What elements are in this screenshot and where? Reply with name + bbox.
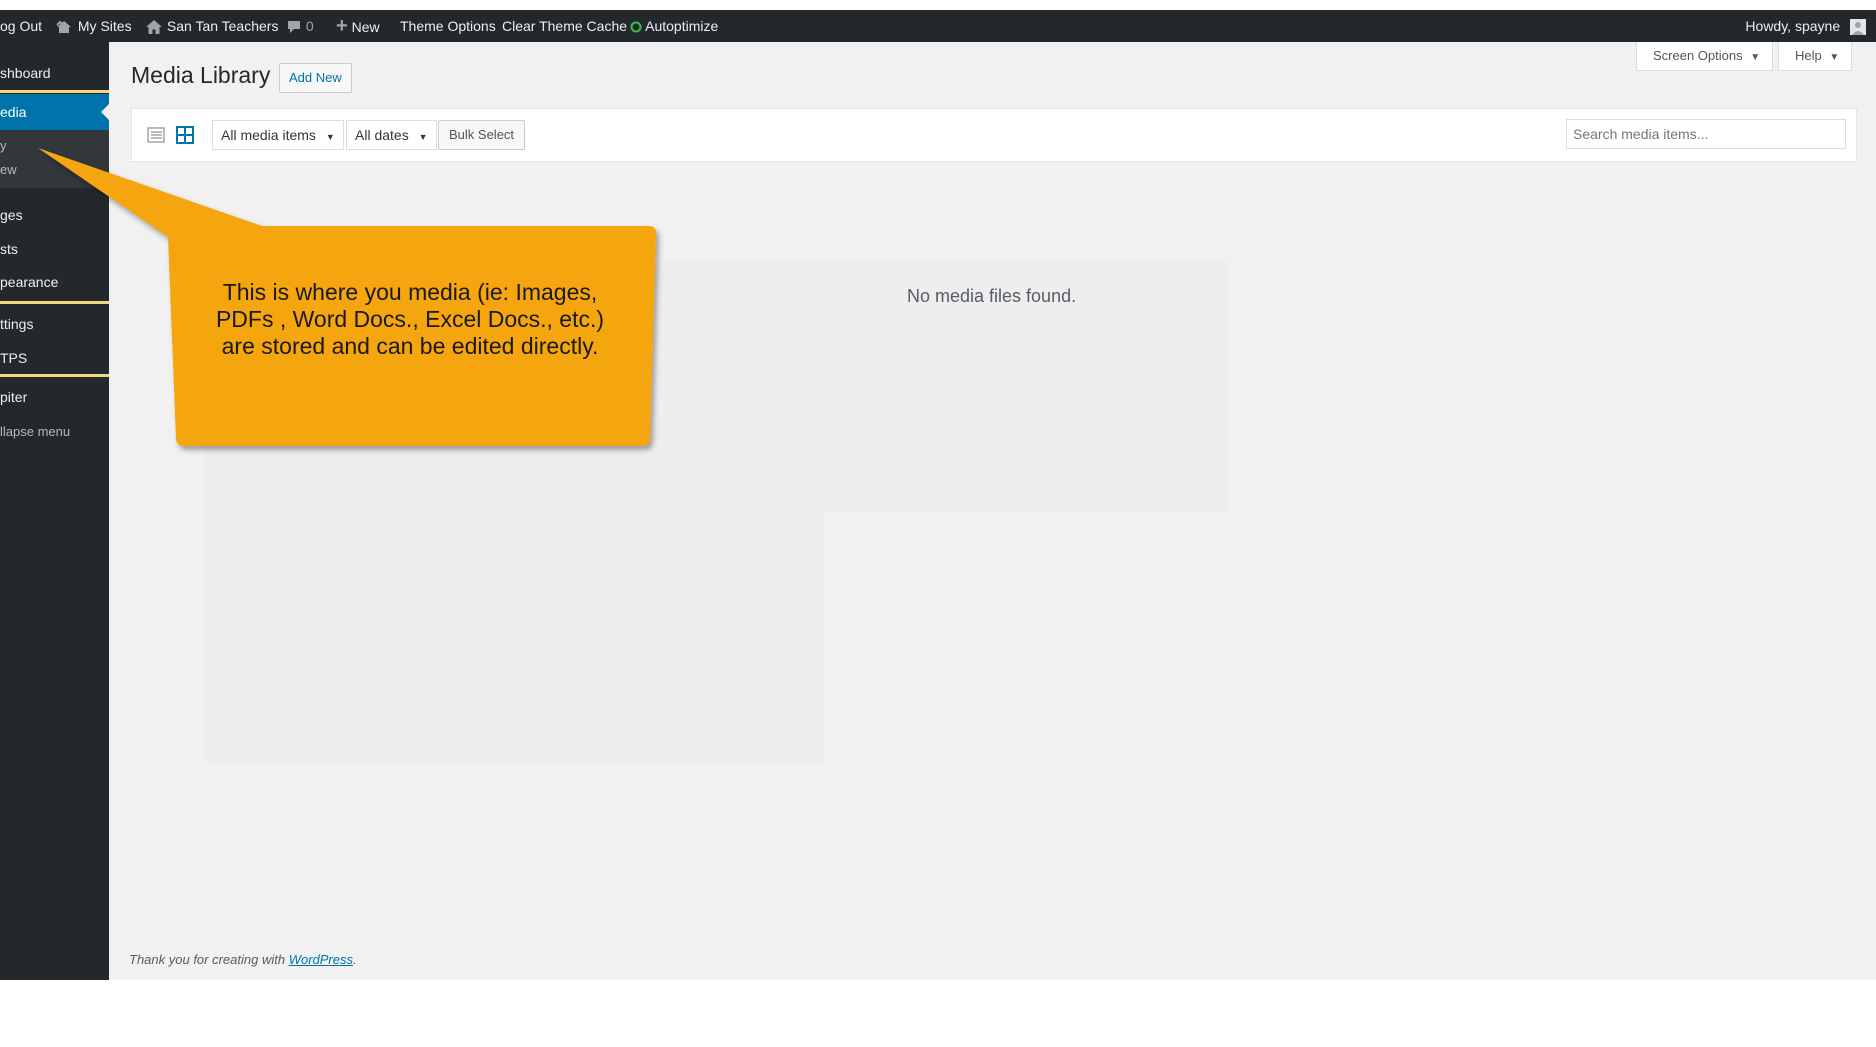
dropdown-arrow-icon: ▼ [325, 132, 335, 142]
bulk-select-button[interactable]: Bulk Select [438, 120, 526, 150]
empty-state-message: No media files found. [907, 286, 1077, 306]
sidebar-submenu: y ew [0, 130, 109, 188]
autoptimize-label: Autoptimize [645, 18, 719, 34]
site-name-label: San Tan Teachers [166, 18, 279, 34]
caret-down-icon: ▼ [1829, 52, 1840, 63]
grid-view-icon[interactable] [176, 126, 194, 144]
sidebar-item-label: ges [0, 207, 23, 223]
footer-text: Thank you for creating with [129, 952, 289, 967]
media-type-filter[interactable]: All media items ▼ [212, 120, 344, 150]
status-circle-icon [630, 21, 642, 33]
sidebar-item-jupiter[interactable]: piter [0, 379, 109, 415]
media-type-filter-value: All media items [221, 127, 316, 143]
sidebar-item-pages[interactable]: ges [0, 197, 109, 233]
autoptimize-link[interactable]: Autoptimize [630, 10, 718, 42]
screen-options-button[interactable]: Screen Options ▼ [1636, 42, 1774, 71]
current-arrow-icon [101, 104, 109, 120]
my-sites-link[interactable]: My Sites [54, 10, 132, 42]
sidebar-item-label: sts [0, 241, 18, 257]
sidebar-item-label: pearance [0, 274, 59, 290]
new-label: New [351, 19, 380, 35]
admin-bar: og Out My Sites San Tan Teachers 0 + New… [0, 10, 1876, 42]
footer-end: . [353, 952, 357, 967]
search-input[interactable] [1566, 119, 1846, 149]
media-toolbar: All media items ▼ All dates ▼ Bulk Selec… [131, 108, 1857, 162]
sidebar-item-dashboard[interactable]: shboard [0, 55, 109, 91]
help-label: Help [1795, 48, 1822, 63]
date-filter[interactable]: All dates ▼ [346, 120, 437, 150]
sidebar-item-label: edia [0, 104, 27, 120]
sidebar-item-https[interactable]: TPS [0, 340, 109, 376]
footer-credit: Thank you for creating with WordPress. [129, 952, 357, 967]
sidebar-item-media[interactable]: edia [0, 94, 109, 130]
submenu-library[interactable]: y [0, 138, 109, 153]
page-title: Media Library [131, 62, 271, 88]
list-view-icon[interactable] [147, 126, 165, 144]
sidebar-item-label: shboard [0, 65, 51, 81]
callout-text: This is where you media (ie: Images, PDF… [215, 279, 605, 359]
comments-link[interactable]: 0 [286, 10, 314, 42]
screen-options-label: Screen Options [1653, 48, 1743, 63]
dropdown-arrow-icon: ▼ [418, 132, 428, 142]
add-new-button[interactable]: Add New [279, 63, 352, 93]
collapse-menu-label: llapse menu [0, 424, 71, 439]
sidebar-item-label: ttings [0, 316, 34, 332]
caret-down-icon: ▼ [1750, 52, 1761, 63]
sidebar-item-label: piter [0, 389, 28, 405]
log-out-link[interactable]: og Out [0, 10, 42, 42]
sidebar-item-label: TPS [0, 350, 28, 366]
plus-icon: + [336, 15, 348, 37]
site-name-link[interactable]: San Tan Teachers [145, 10, 278, 42]
sidebar-item-appearance[interactable]: pearance [0, 264, 109, 300]
user-avatar-icon [1852, 22, 1864, 36]
howdy-label: Howdy, spayne [1745, 18, 1841, 34]
sidebar-separator [0, 374, 109, 377]
clear-theme-cache-link[interactable]: Clear Theme Cache [502, 10, 627, 42]
sidebar-separator [0, 301, 109, 304]
help-button[interactable]: Help ▼ [1778, 42, 1853, 71]
top-strip [0, 0, 1876, 10]
date-filter-value: All dates [355, 127, 409, 143]
home-icon [146, 20, 162, 35]
main-content: Media Library Add New Screen Options ▼ H… [109, 42, 1876, 980]
collapse-menu-button[interactable]: llapse menu [0, 414, 109, 450]
avatar [1850, 19, 1866, 36]
wordpress-link[interactable]: WordPress [289, 952, 353, 967]
submenu-add-new[interactable]: ew [0, 162, 109, 177]
comments-count: 0 [305, 18, 314, 34]
theme-options-link[interactable]: Theme Options [400, 10, 496, 42]
sidebar-item-posts[interactable]: sts [0, 231, 109, 267]
new-content-link[interactable]: + New [336, 10, 380, 42]
sidebar-item-settings[interactable]: ttings [0, 306, 109, 342]
admin-sidebar: shboard edia y ew ges sts pearance tting… [0, 42, 109, 980]
my-sites-icon [56, 20, 71, 34]
comment-bubble-icon [288, 21, 300, 34]
account-menu[interactable]: Howdy, spayne [1745, 10, 1866, 42]
my-sites-label: My Sites [77, 18, 132, 34]
sidebar-separator [0, 90, 109, 93]
